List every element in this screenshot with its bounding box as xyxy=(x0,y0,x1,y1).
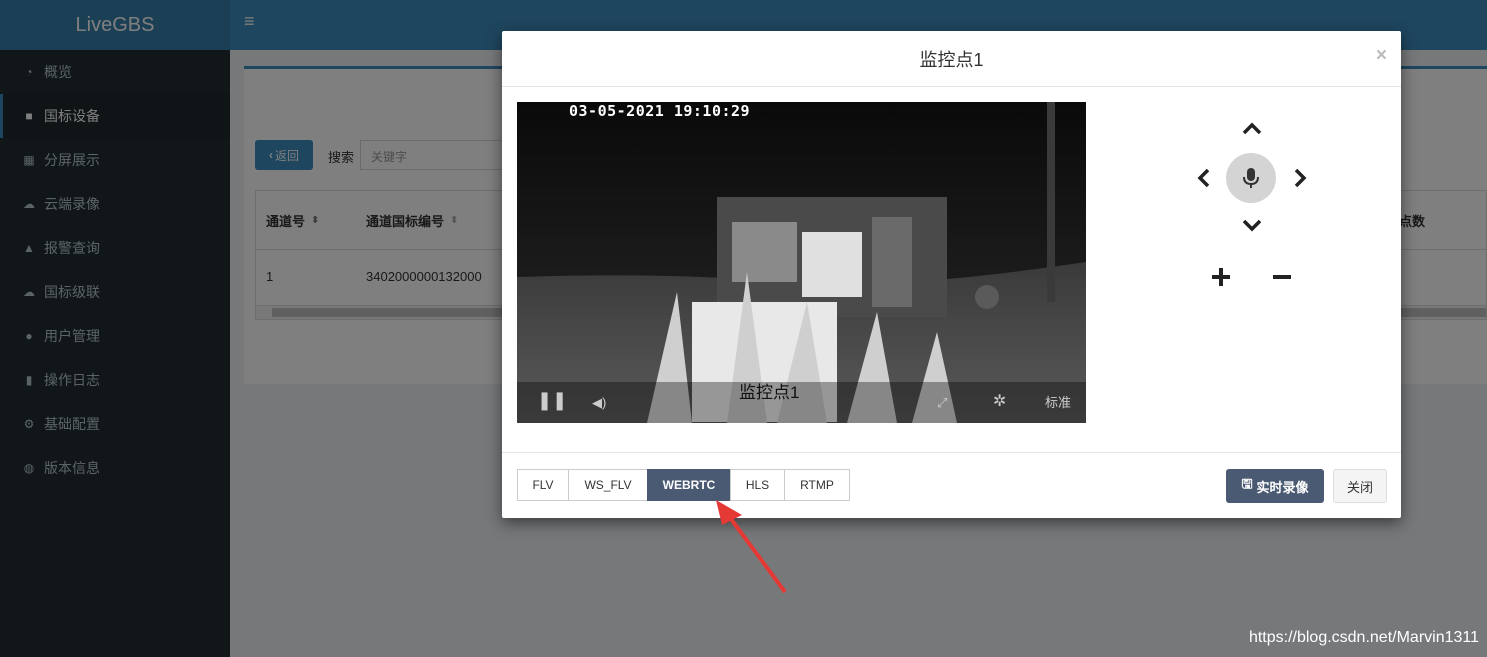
ptz-left-icon[interactable] xyxy=(1196,167,1210,189)
zoom-out-icon[interactable] xyxy=(1272,267,1292,287)
microphone-icon xyxy=(1243,168,1259,188)
protocol-ws-flv-button[interactable]: WS_FLV xyxy=(568,469,648,501)
protocol-flv-button[interactable]: FLV xyxy=(517,469,569,501)
watermark-url: https://blog.csdn.net/Marvin1311 xyxy=(1248,629,1479,646)
night-scene-frame xyxy=(517,102,1086,423)
close-button[interactable]: 关闭 xyxy=(1333,469,1387,503)
save-icon: 🖫 xyxy=(1241,476,1253,491)
video-overlay-title: 监控点1 xyxy=(739,383,800,402)
volume-icon[interactable]: ◀) xyxy=(592,395,606,411)
video-player[interactable]: 03-05-2021 19:10:29 监控点1 ❚❚ ◀) ⤢ ✲ 标准 xyxy=(517,102,1086,423)
red-arrow-annotation xyxy=(716,500,787,594)
ptz-down-icon[interactable] xyxy=(1241,219,1263,233)
settings-icon[interactable]: ✲ xyxy=(993,391,1006,411)
video-timestamp: 03-05-2021 19:10:29 xyxy=(569,102,751,120)
protocol-button-group: FLV WS_FLV WEBRTC HLS RTMP xyxy=(517,469,850,501)
modal-title: 监控点1 xyxy=(919,49,984,70)
video-modal: 监控点1 × 03-05-2021 19:10:29 监控点1 ❚❚ ◀) ⤢ … xyxy=(502,31,1401,518)
microphone-button[interactable] xyxy=(1226,153,1276,203)
close-icon[interactable]: × xyxy=(1376,45,1387,67)
ptz-up-icon[interactable] xyxy=(1241,121,1263,135)
modal-header: 监控点1 × xyxy=(502,31,1401,87)
record-button-label: 实时录像 xyxy=(1256,479,1309,495)
zoom-in-icon[interactable] xyxy=(1211,267,1231,287)
ptz-control-pad xyxy=(1192,117,1312,307)
live-record-button[interactable]: 🖫 实时录像 xyxy=(1226,469,1324,503)
quality-label[interactable]: 标准 xyxy=(1045,392,1071,411)
fullscreen-icon[interactable]: ⤢ xyxy=(937,395,947,411)
pause-icon[interactable]: ❚❚ xyxy=(537,390,567,411)
modal-footer: FLV WS_FLV WEBRTC HLS RTMP 🖫 实时录像 关闭 xyxy=(502,452,1401,518)
ptz-right-icon[interactable] xyxy=(1294,167,1308,189)
